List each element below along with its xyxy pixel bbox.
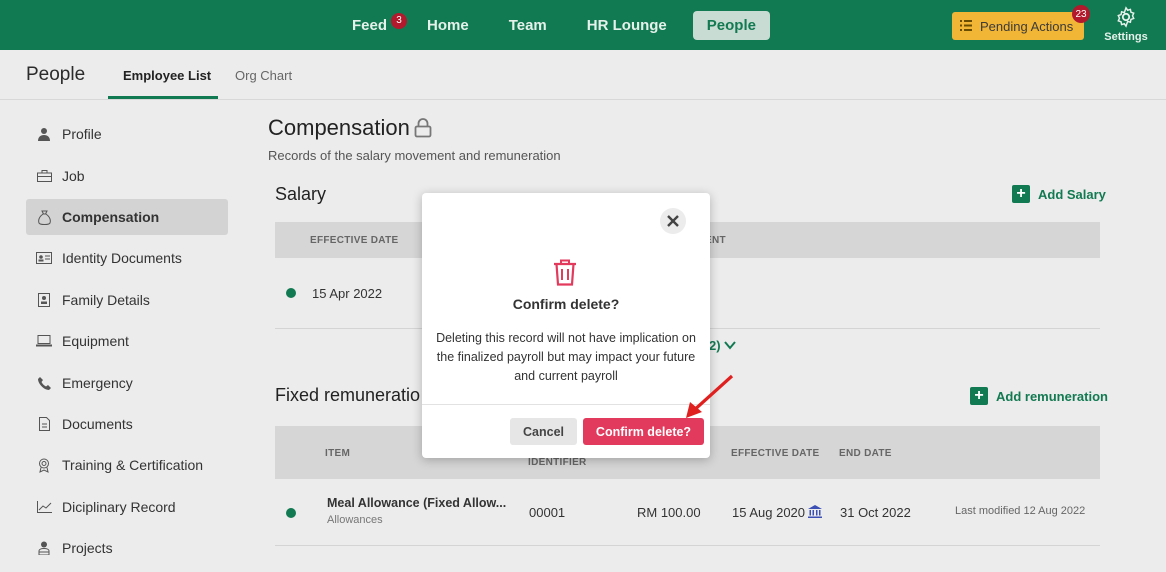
item-identifier: 00001: [529, 505, 566, 520]
sidebar-item-job[interactable]: Job: [26, 158, 228, 194]
add-remuneration-label: Add remuneration: [996, 388, 1108, 404]
family-icon: [36, 292, 52, 308]
sidebar-item-label: Family Details: [62, 292, 150, 308]
gear-icon: [1102, 6, 1150, 31]
sidebar-item-diciplinary-record[interactable]: Diciplinary Record: [26, 489, 228, 525]
plus-icon: +: [1012, 185, 1030, 203]
sidebar-item-projects[interactable]: Projects: [26, 530, 228, 566]
nav-team[interactable]: Team: [495, 11, 561, 40]
item-amount: RM 100.00: [637, 505, 701, 520]
settings-button[interactable]: Settings: [1102, 6, 1150, 43]
money-bag-icon: [36, 209, 52, 225]
close-button[interactable]: [660, 208, 686, 234]
close-icon: [667, 211, 679, 232]
trash-icon: [553, 259, 577, 291]
active-tab-indicator: [108, 96, 218, 99]
col-item: ITEM: [325, 448, 351, 459]
sidebar-item-identity-documents[interactable]: Identity Documents: [26, 240, 228, 276]
top-navigation-bar: Feed 3 Home Team HR Lounge People Pendin…: [0, 0, 1166, 50]
sidebar-item-label: Compensation: [62, 209, 160, 225]
sidebar-item-label: Job: [62, 168, 85, 184]
id-card-icon: [36, 250, 52, 266]
section-title: People: [26, 64, 86, 85]
add-salary-label: Add Salary: [1038, 186, 1106, 202]
sidebar-item-label: Equipment: [62, 333, 129, 349]
item-effective-date: 15 Aug 2020: [732, 505, 806, 520]
item-end-date: 31 Oct 2022: [840, 505, 911, 520]
show-more-salary[interactable]: 2): [709, 338, 736, 353]
nav-home[interactable]: Home: [413, 11, 483, 40]
sidebar-item-compensation[interactable]: Compensation: [26, 199, 228, 235]
confirm-delete-modal: Confirm delete? Deleting this record wil…: [422, 193, 710, 458]
col-end-date: END DATE: [839, 448, 892, 459]
bank-icon: [808, 505, 822, 523]
sub-header: People Employee List Org Chart: [0, 50, 1166, 100]
nav-team-label: Team: [508, 16, 547, 34]
phone-icon: [36, 375, 52, 391]
sidebar-item-label: Training & Certification: [62, 457, 204, 473]
sidebar-item-emergency[interactable]: Emergency: [26, 365, 228, 401]
feed-badge: 3: [391, 12, 408, 29]
plus-icon: +: [970, 387, 988, 405]
nav-feed[interactable]: Feed 3: [338, 11, 408, 40]
chart-icon: [36, 499, 52, 515]
col-identifier: IDENTIFIER: [528, 457, 587, 468]
settings-label: Settings: [1104, 31, 1148, 43]
main-nav: Feed 3 Home Team HR Lounge People: [338, 0, 782, 50]
cancel-button[interactable]: Cancel: [510, 418, 577, 445]
table-row[interactable]: Meal Allowance (Fixed Allow... Allowance…: [275, 479, 1100, 546]
projects-icon: [36, 540, 52, 556]
modal-divider: [422, 404, 710, 405]
pending-actions-label: Pending Actions: [980, 18, 1074, 34]
laptop-icon: [36, 333, 52, 349]
sidebar-item-training-certification[interactable]: Training & Certification: [26, 447, 228, 483]
modal-title: Confirm delete?: [512, 296, 620, 312]
tab-org-chart[interactable]: Org Chart: [235, 68, 292, 83]
sidebar-item-equipment[interactable]: Equipment: [26, 323, 228, 359]
remuneration-section-title: Fixed remuneratio: [275, 385, 421, 405]
sidebar-item-family-details[interactable]: Family Details: [26, 282, 228, 318]
person-icon: [36, 126, 52, 142]
item-name: Meal Allowance (Fixed Allow...: [327, 496, 507, 510]
sidebar-item-documents[interactable]: Documents: [26, 406, 228, 442]
nav-hr-lounge[interactable]: HR Lounge: [573, 11, 681, 40]
sidebar-item-label: Documents: [62, 416, 133, 432]
pending-actions-button[interactable]: Pending Actions 23: [952, 5, 1090, 40]
add-salary-button[interactable]: + Add Salary: [1012, 185, 1106, 203]
nav-feed-label: Feed: [352, 16, 388, 34]
sidebar-item-profile[interactable]: Profile: [26, 116, 228, 152]
salary-section-title: Salary: [275, 184, 327, 204]
tab-employee-list[interactable]: Employee List: [123, 68, 211, 83]
item-last-modified: Last modified 12 Aug 2022: [955, 505, 1086, 517]
status-dot: [286, 288, 296, 298]
page-title: Compensation: [268, 115, 410, 140]
sidebar-item-label: Identity Documents: [62, 250, 182, 266]
sidebar-item-label: Diciplinary Record: [62, 499, 176, 515]
add-remuneration-button[interactable]: + Add remuneration: [970, 387, 1108, 405]
nav-hr-lounge-label: HR Lounge: [586, 16, 667, 34]
sidebar-item-label: Projects: [62, 540, 113, 556]
item-category: Allowances: [327, 514, 383, 526]
status-dot: [286, 508, 296, 518]
col-effective-date: EFFECTIVE DATE: [731, 448, 820, 459]
sidebar-item-label: Emergency: [62, 375, 133, 391]
pointer-arrow-icon: [684, 372, 736, 425]
document-icon: [36, 416, 52, 432]
show-more-label: 2): [709, 338, 721, 353]
lock-icon: [414, 118, 432, 143]
briefcase-icon: [36, 168, 52, 184]
award-icon: [36, 457, 52, 473]
col-effective-date: EFFECTIVE DATE: [310, 235, 399, 246]
nav-people[interactable]: People: [692, 10, 770, 40]
salary-effective-date: 15 Apr 2022: [312, 286, 383, 301]
pending-actions-badge: 23: [1072, 5, 1090, 23]
chevron-down-icon: [724, 338, 736, 353]
nav-home-label: Home: [427, 16, 469, 34]
sidebar-item-label: Profile: [62, 126, 102, 142]
checklist-icon: [960, 19, 972, 34]
nav-people-label: People: [706, 16, 756, 34]
modal-message: Deleting this record will not have impli…: [436, 331, 696, 383]
page-subtitle: Records of the salary movement and remun…: [268, 148, 561, 163]
